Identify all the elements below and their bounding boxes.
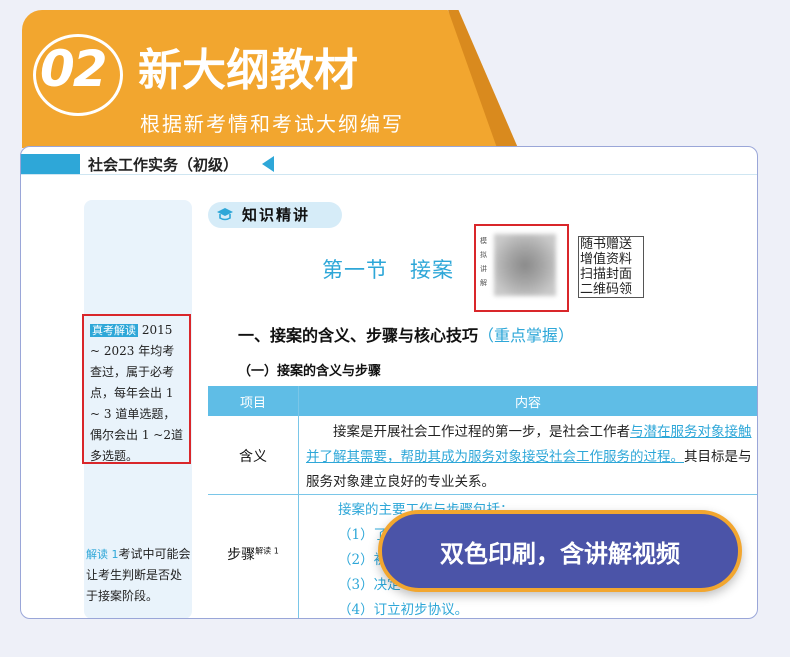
row-2-sup: 解读 1 bbox=[255, 546, 279, 556]
knowledge-badge-label: 知识精讲 bbox=[242, 206, 311, 224]
row-1-text-a: 接案是开展社会工作过程的第一步，是社会工作者 bbox=[333, 424, 630, 440]
row-2-line: （4）订立初步协议。 bbox=[338, 602, 469, 618]
exam-note: 真考解读 2015 ~ 2023 年均考查过，属于必考点，每年会出 1 ~ 3 … bbox=[82, 314, 191, 464]
qr-caption-line: 二维码领 bbox=[580, 282, 633, 297]
heading-1-emphasis: （重点掌握） bbox=[478, 326, 575, 345]
header-divider bbox=[20, 174, 758, 175]
graduation-cap-icon bbox=[217, 208, 233, 221]
section-title: 第一节 接案 bbox=[322, 258, 454, 282]
qr-code-image[interactable] bbox=[494, 234, 556, 296]
qr-caption: 随书赠送 增值资料 扫描封面 二维码领 bbox=[578, 236, 644, 298]
row-2-label: 步骤解读 1 bbox=[208, 544, 298, 564]
callout-text: 双色印刷，含讲解视频 bbox=[440, 540, 680, 568]
book-header-title: 社会工作实务（初级） bbox=[88, 156, 239, 174]
interpretation-note: 解读 1考试中可能会让考生判断是否处于接案阶段。 bbox=[86, 544, 192, 607]
row-2-label-text: 步骤 bbox=[227, 547, 256, 563]
row-1-label: 含义 bbox=[239, 449, 267, 465]
table-col-1-header: 项目 bbox=[239, 396, 266, 411]
heading-2: （一）接案的含义与步骤 bbox=[238, 364, 382, 379]
feature-subtitle: 根据新考情和考试大纲编写 bbox=[140, 112, 404, 136]
table-col-2-header: 内容 bbox=[514, 396, 541, 411]
feature-number: 02 bbox=[40, 40, 108, 98]
header-arrow-icon bbox=[262, 156, 274, 172]
qr-caption-line: 扫描封面 bbox=[580, 267, 633, 282]
row-1-content: 接案是开展社会工作过程的第一步，是社会工作者与潜在服务对象接触并了解其需要，帮助… bbox=[306, 420, 752, 495]
heading-1: 一、接案的含义、步骤与核心技巧（重点掌握） bbox=[238, 322, 574, 346]
feature-title: 新大纲教材 bbox=[138, 45, 358, 96]
qr-caption-line: 随书赠送 bbox=[580, 237, 633, 252]
interpretation-tag: 解读 1 bbox=[86, 548, 119, 561]
qr-side-label: 模拟讲解 bbox=[480, 237, 487, 287]
exam-note-tag: 真考解读 bbox=[90, 324, 138, 337]
table-column-divider bbox=[298, 386, 299, 619]
heading-1-text: 一、接案的含义、步骤与核心技巧 bbox=[238, 326, 479, 345]
header-accent-bar bbox=[20, 154, 80, 174]
qr-caption-line: 增值资料 bbox=[580, 252, 633, 267]
exam-note-text: 2015 ~ 2023 年均考查过，属于必考点，每年会出 1 ~ 3 道单选题，… bbox=[90, 323, 183, 463]
